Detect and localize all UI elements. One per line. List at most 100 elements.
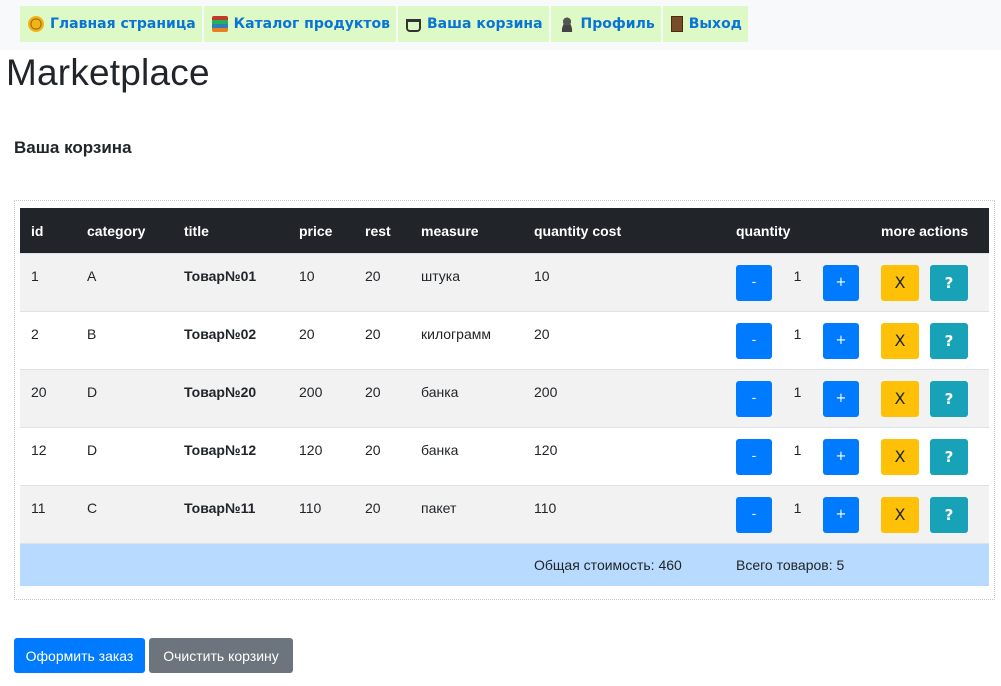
cell-cost: 200 <box>534 383 558 400</box>
door-icon <box>670 16 683 32</box>
cell-category: C <box>87 499 98 516</box>
cell-cost: 10 <box>534 267 550 284</box>
quantity-value: 1 <box>793 267 802 284</box>
quantity-value: 1 <box>793 325 802 342</box>
cell-measure: банка <box>421 441 459 458</box>
decrease-button[interactable]: - <box>736 380 772 417</box>
table-row: 11 C Товар№11 110 20 пакет 110 - 1 + X ? <box>20 485 989 544</box>
cell-title: Товар№20 <box>184 383 257 400</box>
cell-id: 1 <box>31 267 39 284</box>
remove-button[interactable]: X <box>881 496 919 533</box>
quantity-value: 1 <box>793 441 802 458</box>
total-row: Общая стоимость: 460 Всего товаров: 5 <box>20 543 989 586</box>
cell-measure: банка <box>421 383 459 400</box>
cell-title: Товар№01 <box>184 267 257 284</box>
top-bar: Главная страница Каталог продуктов Ваша … <box>0 0 1001 50</box>
nav-cart-label: Ваша корзина <box>427 16 543 32</box>
decrease-button[interactable]: - <box>736 322 772 359</box>
col-price: price <box>288 208 354 254</box>
cell-title: Товар№11 <box>184 499 256 516</box>
cell-price: 110 <box>299 499 322 516</box>
cell-rest: 20 <box>365 499 381 516</box>
cell-cost: 120 <box>534 441 558 458</box>
cell-category: A <box>87 267 97 284</box>
col-quantity-cost: quantity cost <box>523 208 725 254</box>
cell-id: 20 <box>31 383 47 400</box>
cell-id: 2 <box>31 325 39 342</box>
increase-button[interactable]: + <box>823 438 859 475</box>
info-button[interactable]: ? <box>930 264 968 301</box>
table-row: 2 B Товар№02 20 20 килограмм 20 - 1 + X … <box>20 311 989 370</box>
info-button[interactable]: ? <box>930 322 968 359</box>
cell-category: D <box>87 441 98 458</box>
col-title: title <box>173 208 288 254</box>
cell-title: Товар№12 <box>184 441 257 458</box>
cart-heading: Ваша корзина <box>14 138 132 157</box>
cell-measure: пакет <box>421 499 457 516</box>
clear-cart-button[interactable]: Очистить корзину <box>149 638 293 673</box>
decrease-button[interactable]: - <box>736 264 772 301</box>
decrease-button[interactable]: - <box>736 496 772 533</box>
cell-measure: килограмм <box>421 325 491 342</box>
books-icon <box>211 16 228 32</box>
cell-price: 200 <box>299 383 323 400</box>
quantity-value: 1 <box>793 499 802 516</box>
info-button[interactable]: ? <box>930 380 968 417</box>
remove-button[interactable]: X <box>881 438 919 475</box>
nav-home[interactable]: Главная страница <box>20 6 202 42</box>
decrease-button[interactable]: - <box>736 438 772 475</box>
cell-price: 20 <box>299 325 315 342</box>
increase-button[interactable]: + <box>823 322 859 359</box>
col-measure: measure <box>410 208 523 254</box>
nav-logout-label: Выход <box>688 16 742 32</box>
remove-button[interactable]: X <box>881 264 919 301</box>
nav-profile[interactable]: Профиль <box>550 6 661 42</box>
cell-price: 120 <box>299 441 323 458</box>
cart-table: id category title price rest measure qua… <box>20 208 989 586</box>
cell-id: 11 <box>31 499 46 516</box>
cell-price: 10 <box>299 267 315 284</box>
info-button[interactable]: ? <box>930 438 968 475</box>
col-id: id <box>20 208 76 254</box>
total-cost: Общая стоимость: 460 <box>523 543 725 586</box>
home-icon <box>28 16 44 32</box>
cart-icon <box>406 18 422 32</box>
cell-title: Товар№02 <box>184 325 257 342</box>
total-items: Всего товаров: 5 <box>725 543 989 586</box>
increase-button[interactable]: + <box>823 496 859 533</box>
cell-category: B <box>87 325 97 342</box>
cell-measure: штука <box>421 267 461 284</box>
table-header-row: id category title price rest measure qua… <box>20 208 989 254</box>
info-button[interactable]: ? <box>930 496 968 533</box>
col-quantity: quantity <box>725 208 870 254</box>
site-title: Marketplace <box>6 52 210 93</box>
user-icon <box>558 16 575 32</box>
nav-cart[interactable]: Ваша корзина <box>398 6 549 42</box>
nav-logout[interactable]: Выход <box>662 6 748 42</box>
remove-button[interactable]: X <box>881 322 919 359</box>
nav-catalog[interactable]: Каталог продуктов <box>203 6 397 42</box>
cell-rest: 20 <box>365 441 381 458</box>
cell-category: D <box>87 383 98 400</box>
increase-button[interactable]: + <box>823 264 859 301</box>
cell-cost: 110 <box>534 499 557 516</box>
nav-home-label: Главная страница <box>50 16 196 32</box>
place-order-button[interactable]: Оформить заказ <box>14 638 145 673</box>
main-nav: Главная страница Каталог продуктов Ваша … <box>20 6 748 42</box>
cell-id: 12 <box>31 441 47 458</box>
col-more-actions: more actions <box>870 208 989 254</box>
table-row: 20 D Товар№20 200 20 банка 200 - 1 + X ? <box>20 369 989 428</box>
cell-cost: 20 <box>534 325 550 342</box>
col-rest: rest <box>354 208 410 254</box>
quantity-value: 1 <box>793 383 802 400</box>
table-row: 12 D Товар№12 120 20 банка 120 - 1 + X ? <box>20 427 989 486</box>
table-row: 1 A Товар№01 10 20 штука 10 - 1 + X ? <box>20 253 989 312</box>
nav-catalog-label: Каталог продуктов <box>233 16 391 32</box>
increase-button[interactable]: + <box>823 380 859 417</box>
col-category: category <box>76 208 173 254</box>
cell-rest: 20 <box>365 325 381 342</box>
nav-profile-label: Профиль <box>580 16 655 32</box>
remove-button[interactable]: X <box>881 380 919 417</box>
cell-rest: 20 <box>365 267 381 284</box>
cell-rest: 20 <box>365 383 381 400</box>
